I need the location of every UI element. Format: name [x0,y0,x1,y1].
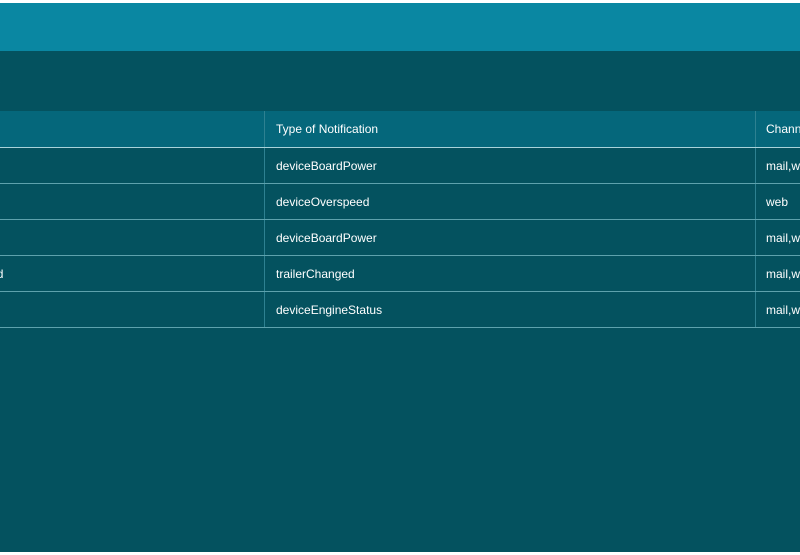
table-row[interactable]: anged trailerChanged mail,w [0,256,800,292]
cell-name: sfasf [0,220,264,255]
cell-type: deviceBoardPower [264,220,755,255]
cell-type: trailerChanged [264,256,755,291]
cell-name [0,184,264,219]
table-row[interactable]: wer deviceBoardPower mail,w [0,148,800,184]
cell-channels: mail,w [755,220,800,255]
table-row[interactable]: deviceOverspeed web [0,184,800,220]
cell-type: deviceBoardPower [264,148,755,183]
cell-type: deviceEngineStatus [264,292,755,327]
cell-name [0,292,264,327]
table-row[interactable]: deviceEngineStatus mail,w [0,292,800,328]
cell-name: wer [0,148,264,183]
page-title: s [0,72,1,88]
table-row[interactable]: sfasf deviceBoardPower mail,w [0,220,800,256]
cell-channels: mail,w [755,256,800,291]
cell-type: deviceOverspeed [264,184,755,219]
app-frame: s Type of Notification Chann wer deviceB… [0,3,800,552]
toolbar: s [0,51,800,111]
column-header-type[interactable]: Type of Notification [264,111,755,147]
table-header-row: Type of Notification Chann [0,111,800,148]
column-header-name[interactable] [0,111,264,147]
cell-channels: mail,w [755,292,800,327]
notifications-table: Type of Notification Chann wer deviceBoa… [0,111,800,328]
cell-name: anged [0,266,4,281]
cell-channels: web [755,184,800,219]
column-header-channels[interactable]: Chann [755,111,800,147]
top-app-bar [0,3,800,51]
cell-channels: mail,w [755,148,800,183]
